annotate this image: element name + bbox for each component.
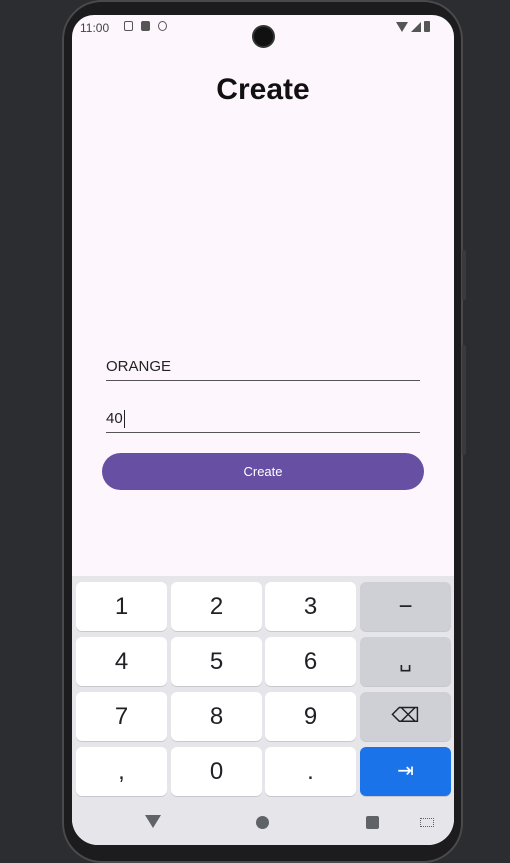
key-next[interactable]: ⇥	[360, 747, 451, 796]
key-8[interactable]: 8	[171, 692, 262, 741]
notification-icons	[124, 21, 167, 31]
key-backspace[interactable]: ⌫	[360, 692, 451, 741]
wifi-icon	[396, 22, 408, 32]
numeric-keyboard: 1 2 3 − 4 5 6 ␣ 7 8 9 ⌫ , 0 . ⇥	[72, 576, 454, 845]
front-camera	[252, 25, 275, 48]
app-screen: 11:00 Create ORANGE 40 Create 1 2 3 − 4 …	[72, 15, 454, 845]
key-9[interactable]: 9	[265, 692, 356, 741]
navigation-bar	[72, 801, 454, 845]
key-minus[interactable]: −	[360, 582, 451, 631]
sd-card-icon	[141, 21, 150, 31]
timer-icon	[158, 21, 167, 31]
key-comma[interactable]: ,	[76, 747, 167, 796]
key-period[interactable]: .	[265, 747, 356, 796]
key-0[interactable]: 0	[171, 747, 262, 796]
key-1[interactable]: 1	[76, 582, 167, 631]
recents-icon[interactable]	[366, 816, 379, 829]
volume-button	[462, 345, 466, 455]
back-icon[interactable]	[145, 815, 161, 828]
signal-icon	[411, 22, 421, 32]
quantity-field-value: 40	[106, 410, 123, 427]
system-icons	[396, 21, 430, 32]
key-2[interactable]: 2	[171, 582, 262, 631]
page-title: Create	[216, 73, 310, 106]
key-7[interactable]: 7	[76, 692, 167, 741]
power-button	[462, 250, 466, 300]
key-5[interactable]: 5	[171, 637, 262, 686]
key-4[interactable]: 4	[76, 637, 167, 686]
name-field[interactable]: ORANGE	[106, 353, 420, 381]
create-button[interactable]: Create	[102, 453, 424, 490]
key-6[interactable]: 6	[265, 637, 356, 686]
battery-icon	[424, 21, 430, 32]
notification-a-icon	[124, 21, 133, 31]
quantity-field[interactable]: 40	[106, 405, 420, 433]
name-field-value: ORANGE	[106, 358, 172, 375]
text-cursor	[123, 410, 126, 429]
key-3[interactable]: 3	[265, 582, 356, 631]
keyboard-switch-icon[interactable]	[420, 818, 434, 827]
key-space[interactable]: ␣	[360, 637, 451, 686]
status-bar: 11:00	[72, 15, 454, 48]
home-icon[interactable]	[256, 816, 269, 829]
status-time: 11:00	[80, 21, 110, 35]
